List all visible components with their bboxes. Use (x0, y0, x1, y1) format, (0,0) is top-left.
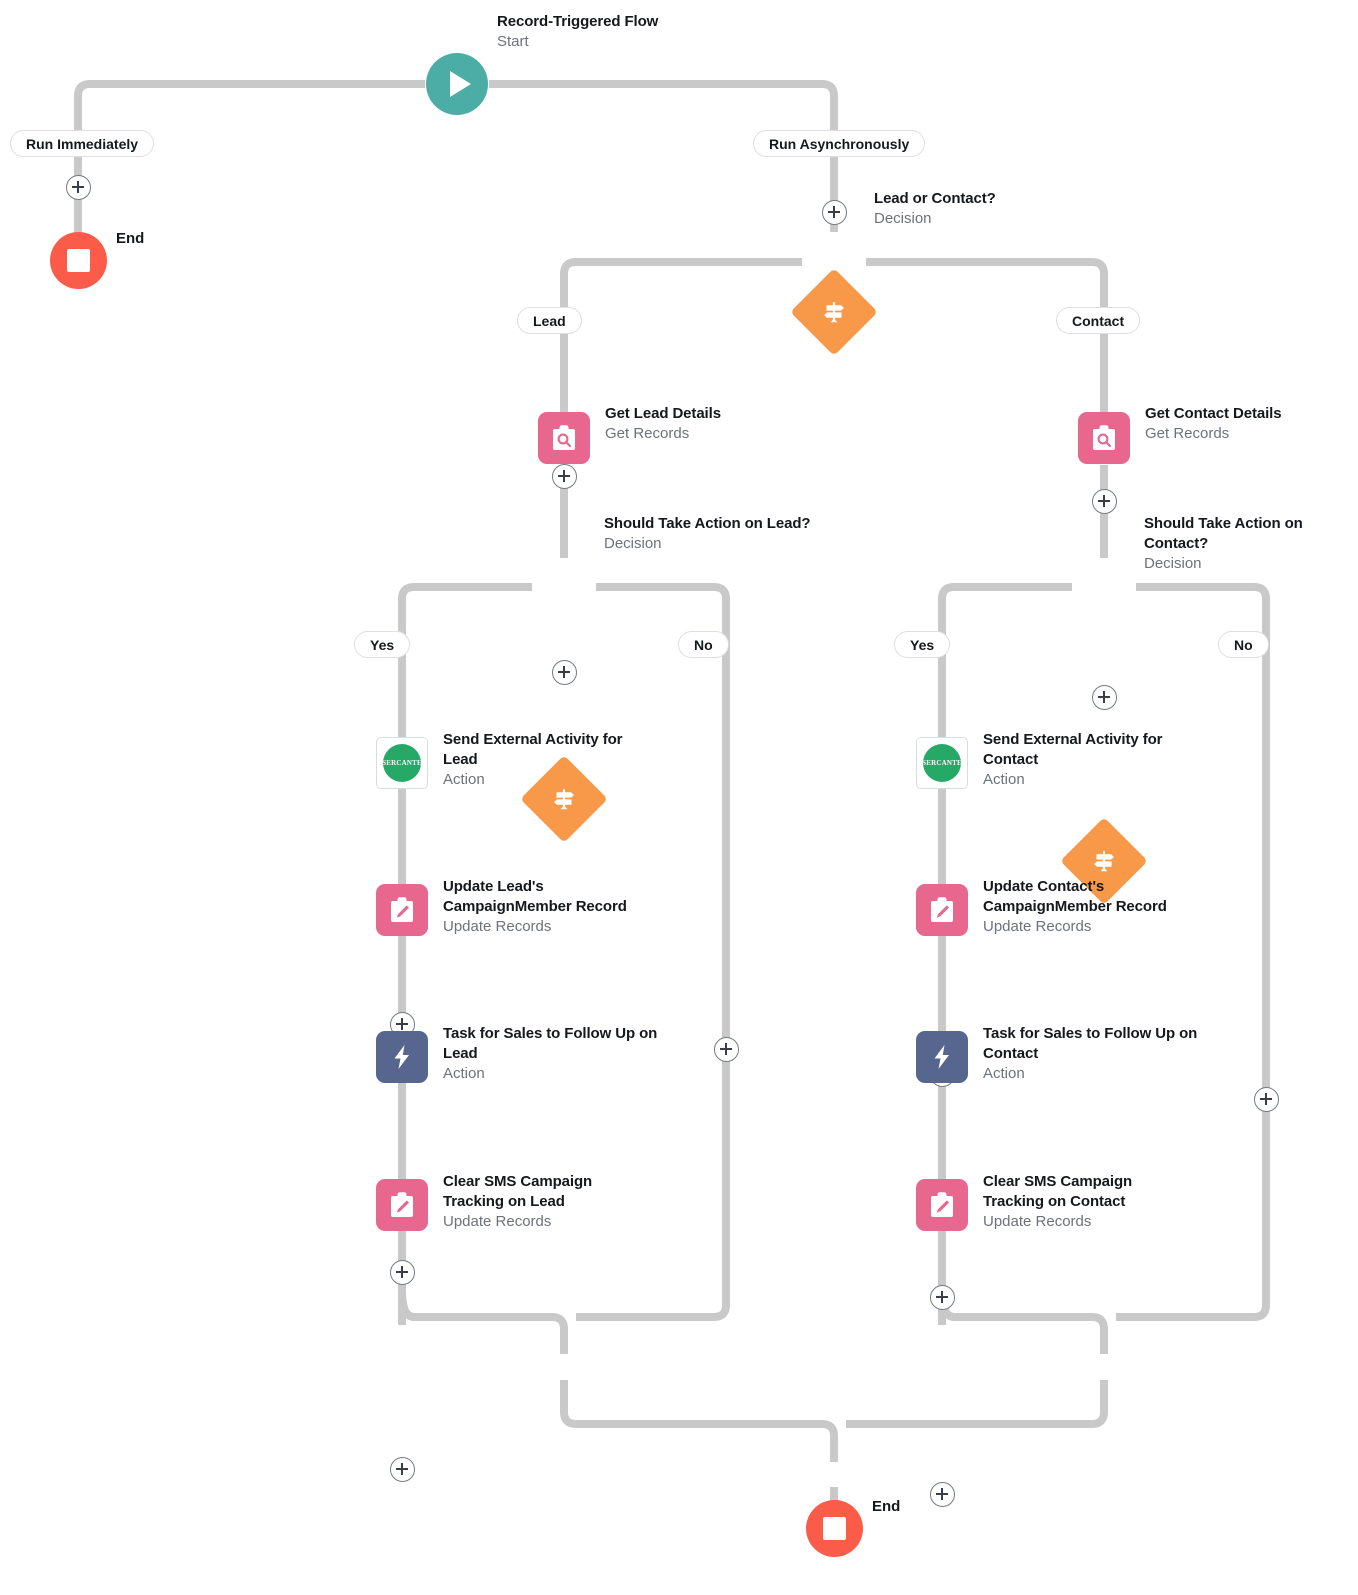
flow-connectors (74, 80, 1270, 1505)
node-title: Update Lead's CampaignMember Record (443, 878, 627, 915)
node-title: Clear SMS Campaign Tracking on Contact (983, 1173, 1133, 1210)
end-icon (50, 232, 107, 289)
add-element-button[interactable] (66, 175, 91, 200)
node-get-lead-details-label: Get Lead Details Get Records (605, 404, 835, 444)
node-title: Should Take Action on Lead? (604, 515, 811, 532)
node-subtitle: Decision (604, 535, 662, 552)
node-subtitle: Decision (874, 210, 932, 227)
sercante-logo-text: SERCANTE (923, 744, 961, 782)
node-get-contact-details[interactable] (1078, 412, 1130, 464)
add-element-button[interactable] (390, 1260, 415, 1285)
node-subtitle: Update Records (443, 1213, 552, 1230)
start-node[interactable] (426, 53, 488, 115)
branch-label-contact-no[interactable]: No (1218, 631, 1269, 658)
end-node-final-label: End (872, 1498, 901, 1515)
node-get-lead-details[interactable] (538, 412, 590, 464)
node-title: Task for Sales to Follow Up on Contact (983, 1025, 1198, 1062)
start-node-subtitle: Start (497, 33, 529, 50)
node-subtitle: Get Records (1145, 425, 1230, 442)
node-update-contact-campaignmember[interactable] (916, 884, 968, 936)
add-element-button[interactable] (930, 1482, 955, 1507)
clipboard-search-icon (538, 412, 590, 464)
node-title: Send External Activity for Contact (983, 731, 1163, 768)
node-title: Get Lead Details (605, 405, 721, 422)
sercante-logo-text: SERCANTE (383, 744, 421, 782)
branch-label-run-asynchronously[interactable]: Run Asynchronously (753, 130, 926, 157)
node-task-sales-lead[interactable] (376, 1031, 428, 1083)
add-element-button[interactable] (822, 200, 847, 225)
node-clear-sms-lead-label: Clear SMS Campaign Tracking on Lead Upda… (443, 1172, 643, 1232)
node-title: Send External Activity for Lead (443, 731, 623, 768)
node-clear-sms-contact[interactable] (916, 1179, 968, 1231)
start-node-label: Record-Triggered Flow Start (497, 12, 797, 52)
sercante-logo-icon: SERCANTE (376, 737, 428, 789)
end-node-final[interactable] (806, 1500, 863, 1557)
node-update-lead-campaignmember-label: Update Lead's CampaignMember Record Upda… (443, 877, 655, 937)
add-element-button[interactable] (930, 1285, 955, 1310)
clipboard-pencil-icon (376, 1179, 428, 1231)
node-clear-sms-contact-label: Clear SMS Campaign Tracking on Contact U… (983, 1172, 1188, 1232)
node-subtitle: Action (443, 771, 485, 788)
node-subtitle: Action (983, 1065, 1025, 1082)
node-task-sales-contact[interactable] (916, 1031, 968, 1083)
add-element-button[interactable] (552, 660, 577, 685)
node-title: Clear SMS Campaign Tracking on Lead (443, 1173, 593, 1210)
end-node-immediate[interactable] (50, 232, 107, 289)
node-subtitle: Action (983, 771, 1025, 788)
node-send-external-activity-lead-label: Send External Activity for Lead Action (443, 730, 648, 790)
node-send-external-activity-contact-label: Send External Activity for Contact Actio… (983, 730, 1188, 790)
node-update-contact-campaignmember-label: Update Contact's CampaignMember Record U… (983, 877, 1198, 937)
node-title: Task for Sales to Follow Up on Lead (443, 1025, 658, 1062)
lightning-bolt-icon (376, 1031, 428, 1083)
node-subtitle: Action (443, 1065, 485, 1082)
add-element-button[interactable] (1092, 489, 1117, 514)
decision-node-should-take-action-lead-label: Should Take Action on Lead? Decision (604, 514, 884, 554)
add-element-button[interactable] (390, 1457, 415, 1482)
branch-label-lead-no[interactable]: No (678, 631, 729, 658)
node-send-external-activity-contact[interactable]: SERCANTE (916, 737, 968, 789)
node-task-sales-lead-label: Task for Sales to Follow Up on Lead Acti… (443, 1024, 658, 1084)
decision-node-lead-or-contact-label: Lead or Contact? Decision (874, 189, 1124, 229)
start-icon (426, 53, 488, 115)
node-update-lead-campaignmember[interactable] (376, 884, 428, 936)
lightning-bolt-icon (916, 1031, 968, 1083)
node-subtitle: Update Records (983, 1213, 1092, 1230)
end-icon (806, 1500, 863, 1557)
decision-node-should-take-action-contact-label: Should Take Action on Contact? Decision (1144, 514, 1349, 574)
node-title: Should Take Action on Contact? (1144, 515, 1303, 552)
node-get-contact-details-label: Get Contact Details Get Records (1145, 404, 1358, 444)
node-subtitle: Update Records (443, 918, 552, 935)
node-title: Lead or Contact? (874, 190, 996, 207)
node-subtitle: Update Records (983, 918, 1092, 935)
signpost-icon (803, 281, 865, 343)
node-subtitle: Get Records (605, 425, 690, 442)
node-task-sales-contact-label: Task for Sales to Follow Up on Contact A… (983, 1024, 1198, 1084)
branch-label-contact-yes[interactable]: Yes (894, 631, 951, 658)
add-element-button[interactable] (714, 1037, 739, 1062)
end-node-immediate-label: End (116, 230, 145, 247)
branch-label-run-immediately[interactable]: Run Immediately (10, 130, 155, 157)
add-element-button[interactable] (552, 464, 577, 489)
node-title: Update Contact's CampaignMember Record (983, 878, 1167, 915)
branch-label-lead[interactable]: Lead (517, 307, 582, 334)
play-icon (450, 71, 471, 97)
clipboard-search-icon (1078, 412, 1130, 464)
add-element-button[interactable] (1092, 685, 1117, 710)
add-element-button[interactable] (1254, 1087, 1279, 1112)
branch-label-lead-yes[interactable]: Yes (354, 631, 411, 658)
clipboard-pencil-icon (916, 1179, 968, 1231)
start-node-title: Record-Triggered Flow (497, 13, 659, 30)
node-send-external-activity-lead[interactable]: SERCANTE (376, 737, 428, 789)
stop-square-icon (823, 1517, 846, 1540)
node-clear-sms-lead[interactable] (376, 1179, 428, 1231)
branch-label-contact[interactable]: Contact (1056, 307, 1141, 334)
node-subtitle: Decision (1144, 555, 1202, 572)
clipboard-pencil-icon (916, 884, 968, 936)
decision-node-lead-or-contact[interactable] (790, 268, 878, 356)
flow-canvas[interactable]: Record-Triggered Flow Start Run Immediat… (0, 0, 1358, 1595)
node-title: Get Contact Details (1145, 405, 1282, 422)
sercante-logo-icon: SERCANTE (916, 737, 968, 789)
stop-square-icon (67, 249, 90, 272)
clipboard-pencil-icon (376, 884, 428, 936)
